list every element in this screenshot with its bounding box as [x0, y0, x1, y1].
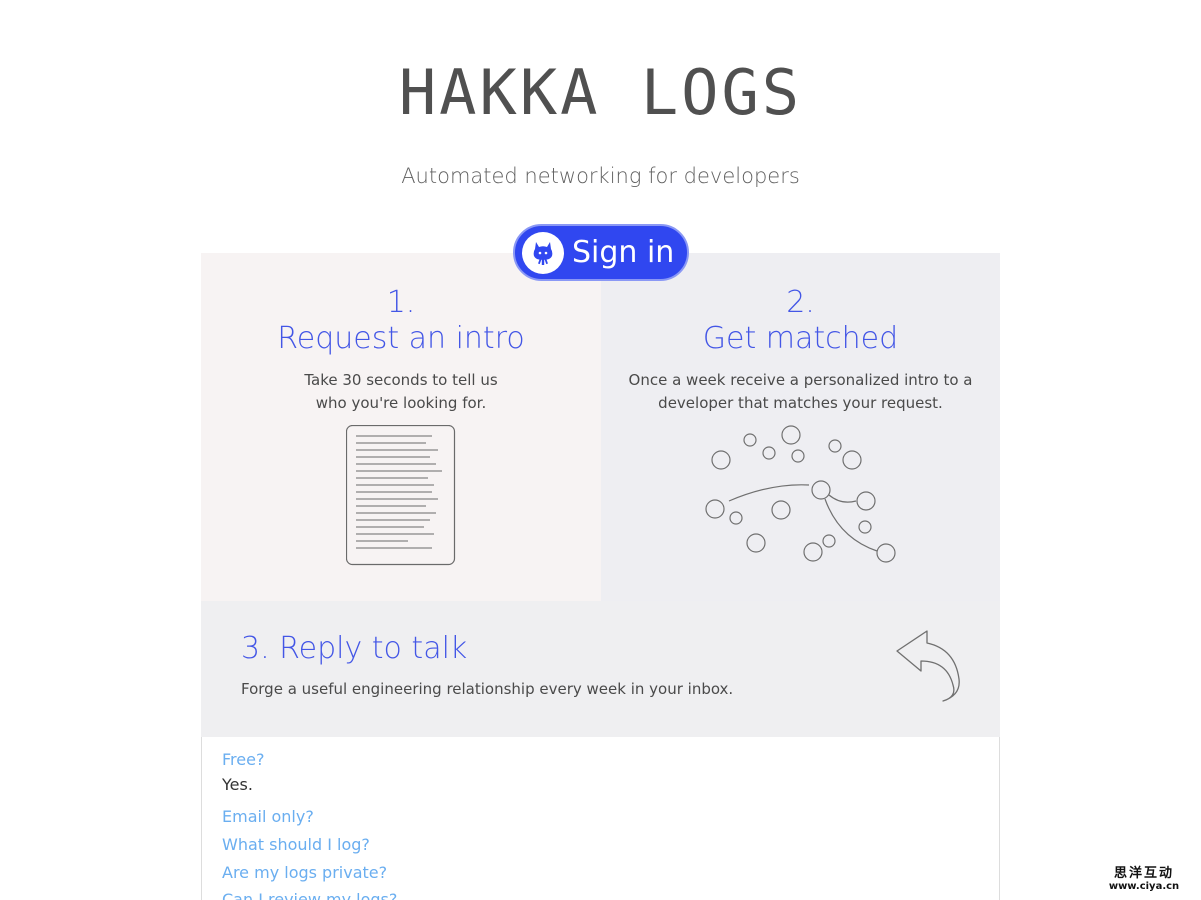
watermark: 思洋互动 www.ciya.cn [1094, 862, 1194, 892]
site-logo: HAKKA LOGS [398, 56, 803, 129]
step-number: 2. [786, 285, 815, 320]
step-description-line: who you're looking for. [315, 394, 487, 412]
reply-arrow-icon [896, 630, 960, 702]
tagline: Automated networking for developers [401, 164, 800, 188]
step-description-line: Take 30 seconds to tell us [304, 371, 498, 389]
watermark-url: www.ciya.cn [1108, 881, 1180, 892]
step-get-matched: 2. Get matched Once a week receive a per… [601, 253, 1000, 601]
faq-question-email-only[interactable]: Email only? [222, 807, 314, 826]
faq-section: Free? Yes. Email only? What should I log… [201, 737, 1000, 900]
document-icon [346, 425, 456, 566]
faq-question-review-logs[interactable]: Can I review my logs? [222, 890, 397, 900]
network-icon [705, 425, 896, 563]
step-reply-to-talk: 3. Reply to talk Forge a useful engineer… [201, 601, 1000, 737]
step-title: Get matched [702, 321, 899, 356]
step-number: 1. [386, 285, 416, 320]
signin-label: Sign in [572, 235, 675, 270]
step-description-line: Once a week receive a personalized intro… [628, 371, 973, 389]
step-title: Request an intro [277, 321, 525, 356]
step-description: Take 30 seconds to tell us who you're lo… [221, 369, 581, 415]
faq-answer-free: Yes. [222, 775, 253, 794]
step-description: Forge a useful engineering relationship … [241, 680, 734, 698]
faq-question-free[interactable]: Free? [222, 750, 264, 769]
step-description: Once a week receive a personalized intro… [621, 369, 980, 415]
github-icon [522, 231, 564, 274]
step-title: 3. Reply to talk [241, 631, 468, 666]
step-description-line: developer that matches your request. [658, 394, 943, 412]
step-request-intro: 1. Request an intro Take 30 seconds to t… [201, 253, 601, 601]
faq-question-what-to-log[interactable]: What should I log? [222, 835, 370, 854]
github-signin-button[interactable]: Sign in [513, 224, 689, 281]
watermark-name: 思洋互动 [1113, 866, 1174, 881]
faq-question-logs-private[interactable]: Are my logs private? [222, 863, 387, 882]
